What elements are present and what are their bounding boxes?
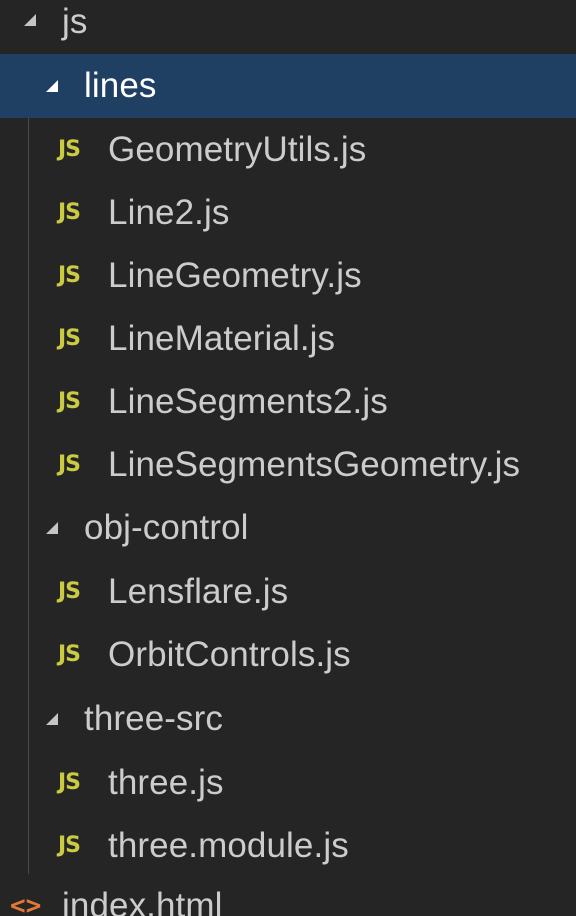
chevron-down-icon[interactable]	[22, 12, 38, 33]
file-label: LineSegmentsGeometry.js	[108, 445, 521, 484]
javascript-file-icon: JS	[58, 579, 81, 604]
javascript-file-icon: JS	[58, 389, 81, 414]
file-row[interactable]: JS LineSegmentsGeometry.js	[0, 433, 576, 497]
javascript-file-icon: JS	[58, 833, 81, 858]
file-row[interactable]: JS LineMaterial.js	[0, 307, 576, 371]
file-label: LineGeometry.js	[108, 256, 362, 295]
file-row[interactable]: JS Line2.js	[0, 181, 576, 245]
file-row[interactable]: JS GeometryUtils.js	[0, 118, 576, 182]
javascript-file-icon: JS	[58, 200, 81, 225]
folder-label: obj-control	[84, 508, 249, 547]
file-label: index.html	[62, 886, 223, 916]
chevron-down-icon[interactable]	[44, 711, 60, 732]
chevron-down-icon[interactable]	[44, 520, 60, 541]
file-row-index-html[interactable]: <> index.html	[0, 874, 576, 916]
folder-label: js	[62, 2, 88, 41]
file-label: LineSegments2.js	[108, 382, 388, 421]
folder-row-obj-control[interactable]: obj-control	[0, 496, 576, 560]
html-file-icon: <>	[10, 891, 42, 916]
file-row[interactable]: JS LineGeometry.js	[0, 244, 576, 308]
folder-label: three-src	[84, 699, 223, 738]
file-row[interactable]: JS LineSegments2.js	[0, 370, 576, 434]
file-row[interactable]: JS Lensflare.js	[0, 560, 576, 624]
file-label: three.js	[108, 763, 224, 802]
file-label: three.module.js	[108, 826, 349, 865]
file-label: Line2.js	[108, 193, 230, 232]
javascript-file-icon: JS	[58, 326, 81, 351]
chevron-down-icon[interactable]	[44, 78, 60, 99]
file-row[interactable]: JS three.module.js	[0, 814, 576, 878]
folder-label: lines	[84, 66, 157, 105]
javascript-file-icon: JS	[58, 137, 81, 162]
file-row[interactable]: JS three.js	[0, 751, 576, 815]
javascript-file-icon: JS	[58, 263, 81, 288]
file-label: LineMaterial.js	[108, 319, 336, 358]
javascript-file-icon: JS	[58, 452, 81, 477]
file-label: OrbitControls.js	[108, 635, 351, 674]
file-row[interactable]: JS OrbitControls.js	[0, 623, 576, 687]
javascript-file-icon: JS	[58, 770, 81, 795]
file-explorer: js lines JS GeometryUtils.js JS Line2.js…	[0, 0, 576, 916]
folder-row-js[interactable]: js	[0, 0, 576, 54]
folder-row-three-src[interactable]: three-src	[0, 687, 576, 751]
folder-row-lines[interactable]: lines	[0, 54, 576, 118]
javascript-file-icon: JS	[58, 642, 81, 667]
file-label: Lensflare.js	[108, 572, 289, 611]
file-label: GeometryUtils.js	[108, 130, 367, 169]
